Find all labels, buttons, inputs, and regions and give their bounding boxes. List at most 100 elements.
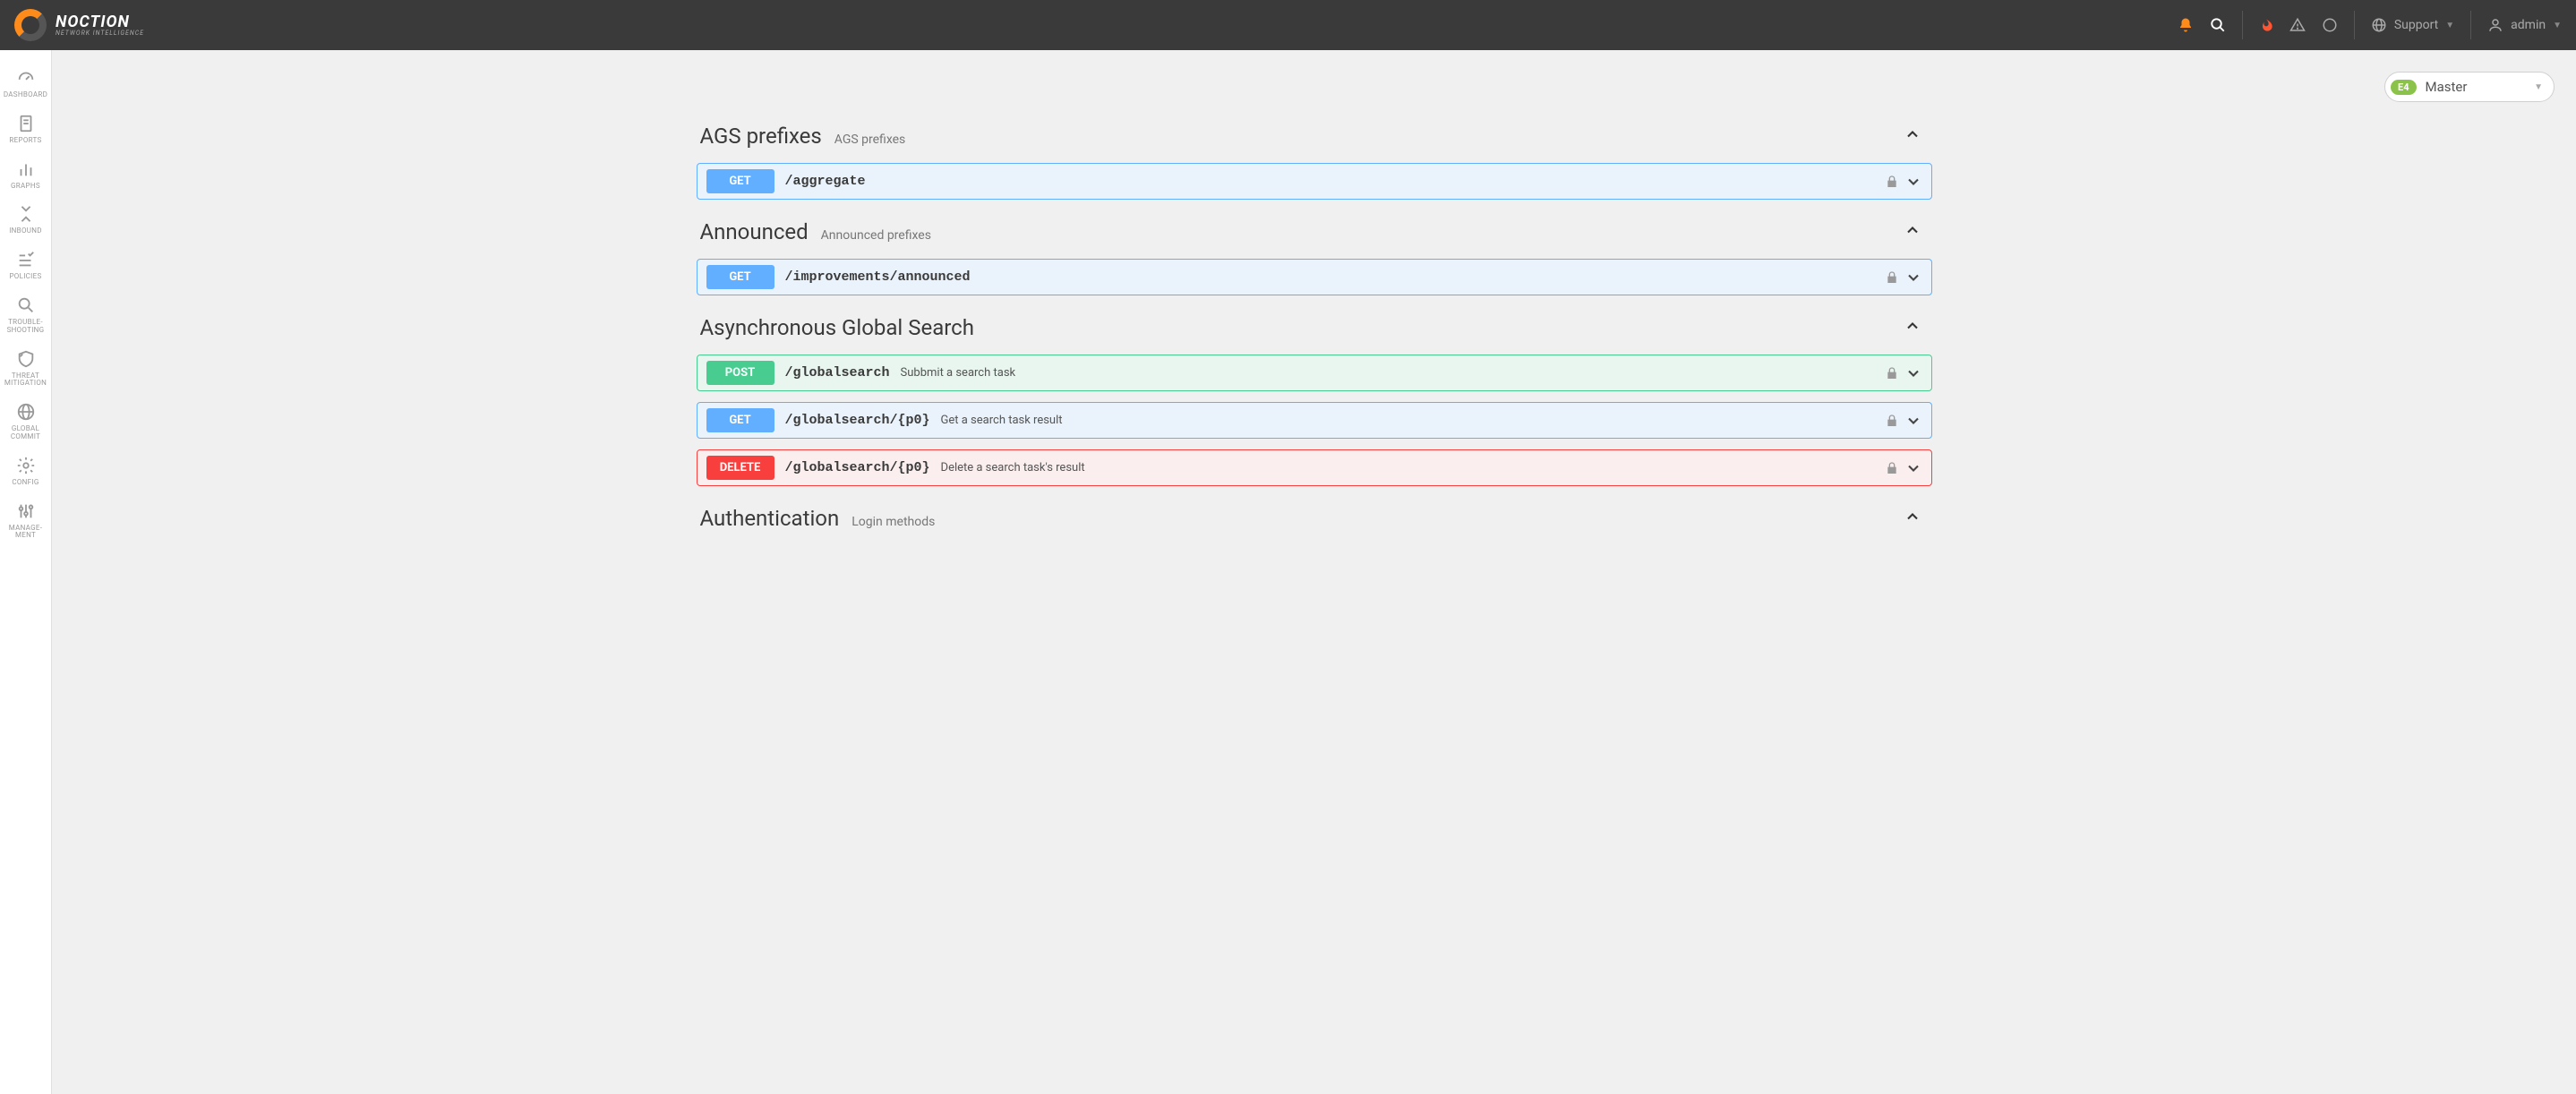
sidebar-item-troubleshooting[interactable]: TROUBLE- SHOOTING [0,288,51,342]
brand-tagline: NETWORK INTELLIGENCE [56,30,144,37]
document-icon [16,114,36,133]
sidebar-item-label: INBOUND [9,227,42,235]
endpoint-row[interactable]: DELETE/globalsearch/{p0} Delete a search … [697,449,1932,486]
endpoint-row[interactable]: GET/aggregate [697,163,1932,200]
lock-icon[interactable] [1885,414,1899,428]
endpoint-row[interactable]: GET/improvements/announced [697,259,1932,295]
endpoint-controls [1885,269,1922,286]
sidebar: DASHBOARD REPORTS GRAPHS INBOUND POLICIE… [0,50,52,1094]
gear-icon [16,456,36,475]
sidebar-item-label: THREAT MITIGATION [0,372,51,389]
section-header[interactable]: AuthenticationLogin methods [697,506,1932,531]
endpoint-controls [1885,459,1922,477]
globe-icon [2371,17,2387,33]
sidebar-item-global-commit[interactable]: GLOBAL COMMIT [0,395,51,449]
sidebar-item-management[interactable]: MANAGE- MENT [0,494,51,548]
chevron-up-icon[interactable] [1904,508,1929,526]
chevron-down-icon[interactable] [1904,364,1922,382]
http-method: POST [706,361,775,385]
warning-icon[interactable] [2289,17,2306,33]
chevron-down-icon[interactable] [1904,173,1922,191]
chevron-down-icon: ▼ [2445,21,2454,30]
support-menu[interactable]: Support ▼ [2371,17,2454,33]
chevron-down-icon[interactable] [1904,269,1922,286]
endpoint-path: /aggregate [785,174,866,189]
instance-badge: E4 [2391,80,2417,95]
search-icon[interactable] [2210,17,2226,33]
http-method: GET [706,265,775,289]
logo-icon [14,9,47,41]
divider [2242,11,2243,39]
endpoint-controls [1885,173,1922,191]
endpoint-path: /globalsearch/{p0} [785,460,930,475]
main-content: E4 Master ▼ AGS prefixesAGS prefixesGET/… [52,50,2576,581]
sidebar-item-graphs[interactable]: GRAPHS [0,152,51,198]
lock-icon[interactable] [1885,366,1899,380]
list-check-icon [16,250,36,269]
section-title: Asynchronous Global Search [700,315,974,340]
sidebar-item-label: DASHBOARD [4,91,47,99]
globe-icon [16,402,36,422]
sliders-icon [16,501,36,521]
api-sections: AGS prefixesAGS prefixes GET/aggregate Ann… [697,124,1932,531]
http-method: GET [706,408,775,432]
sidebar-item-config[interactable]: CONFIG [0,449,51,494]
sidebar-item-label: CONFIG [12,479,39,487]
endpoint-controls [1885,364,1922,382]
instance-label: Master [2426,79,2468,95]
chevron-down-icon: ▼ [2553,21,2562,30]
sidebar-item-policies[interactable]: POLICIES [0,243,51,288]
section-header[interactable]: AGS prefixesAGS prefixes [697,124,1932,149]
logo[interactable]: NOCTION NETWORK INTELLIGENCE [14,9,144,41]
sidebar-item-threat-mitigation[interactable]: THREAT MITIGATION [0,342,51,396]
instance-row: E4 Master ▼ [73,72,2555,102]
chevron-up-icon[interactable] [1904,125,1929,143]
gauge-icon [16,68,36,88]
chevron-down-icon: ▼ [2534,82,2543,92]
sidebar-item-inbound[interactable]: INBOUND [0,197,51,243]
sidebar-item-label: POLICIES [9,273,41,281]
endpoint-row[interactable]: GET/globalsearch/{p0}Get a search task r… [697,402,1932,439]
divider [2470,11,2471,39]
endpoint-description: Delete a search task's result [941,461,1085,474]
endpoint-description: Subbmit a search task [901,366,1016,380]
chevron-down-icon[interactable] [1904,412,1922,430]
lock-icon[interactable] [1885,270,1899,285]
sidebar-item-reports[interactable]: REPORTS [0,107,51,152]
user-label: admin [2511,18,2546,32]
endpoint-path: /globalsearch [785,365,890,380]
section-header[interactable]: Announced Announced prefixes [697,219,1932,244]
fire-icon[interactable] [2259,18,2273,32]
http-method: DELETE [706,456,775,480]
section-title: Authentication [700,506,840,531]
magnify-icon [16,295,36,315]
sidebar-item-dashboard[interactable]: DASHBOARD [0,61,51,107]
divider [2354,11,2355,39]
brand-name: NOCTION [56,14,144,30]
sidebar-item-label: GLOBAL COMMIT [0,425,51,441]
chevron-up-icon[interactable] [1904,221,1929,239]
header-right: Support ▼ admin ▼ [2178,11,2562,39]
section-title: AGS prefixes [700,124,822,149]
section-header[interactable]: Asynchronous Global Search [697,315,1932,340]
endpoint-path: /improvements/announced [785,269,971,285]
endpoint-row[interactable]: POST/globalsearch Subbmit a search task [697,355,1932,391]
shield-icon [16,349,36,369]
lock-icon[interactable] [1885,461,1899,475]
chevron-down-icon[interactable] [1904,459,1922,477]
user-menu[interactable]: admin ▼ [2487,17,2562,33]
chevron-up-icon[interactable] [1904,317,1929,335]
sidebar-item-label: GRAPHS [11,183,40,191]
section-subtitle: Announced prefixes [821,228,931,243]
sidebar-item-label: MANAGE- MENT [0,525,51,541]
inbound-icon [16,204,36,224]
support-label: Support [2394,18,2438,32]
lock-icon[interactable] [1885,175,1899,189]
http-method: GET [706,169,775,193]
instance-selector[interactable]: E4 Master ▼ [2384,72,2555,102]
bell-icon[interactable] [2178,17,2194,33]
chat-icon[interactable] [2322,17,2338,33]
section-title: Announced [700,219,809,244]
endpoint-controls [1885,412,1922,430]
sidebar-item-label: REPORTS [9,137,41,145]
